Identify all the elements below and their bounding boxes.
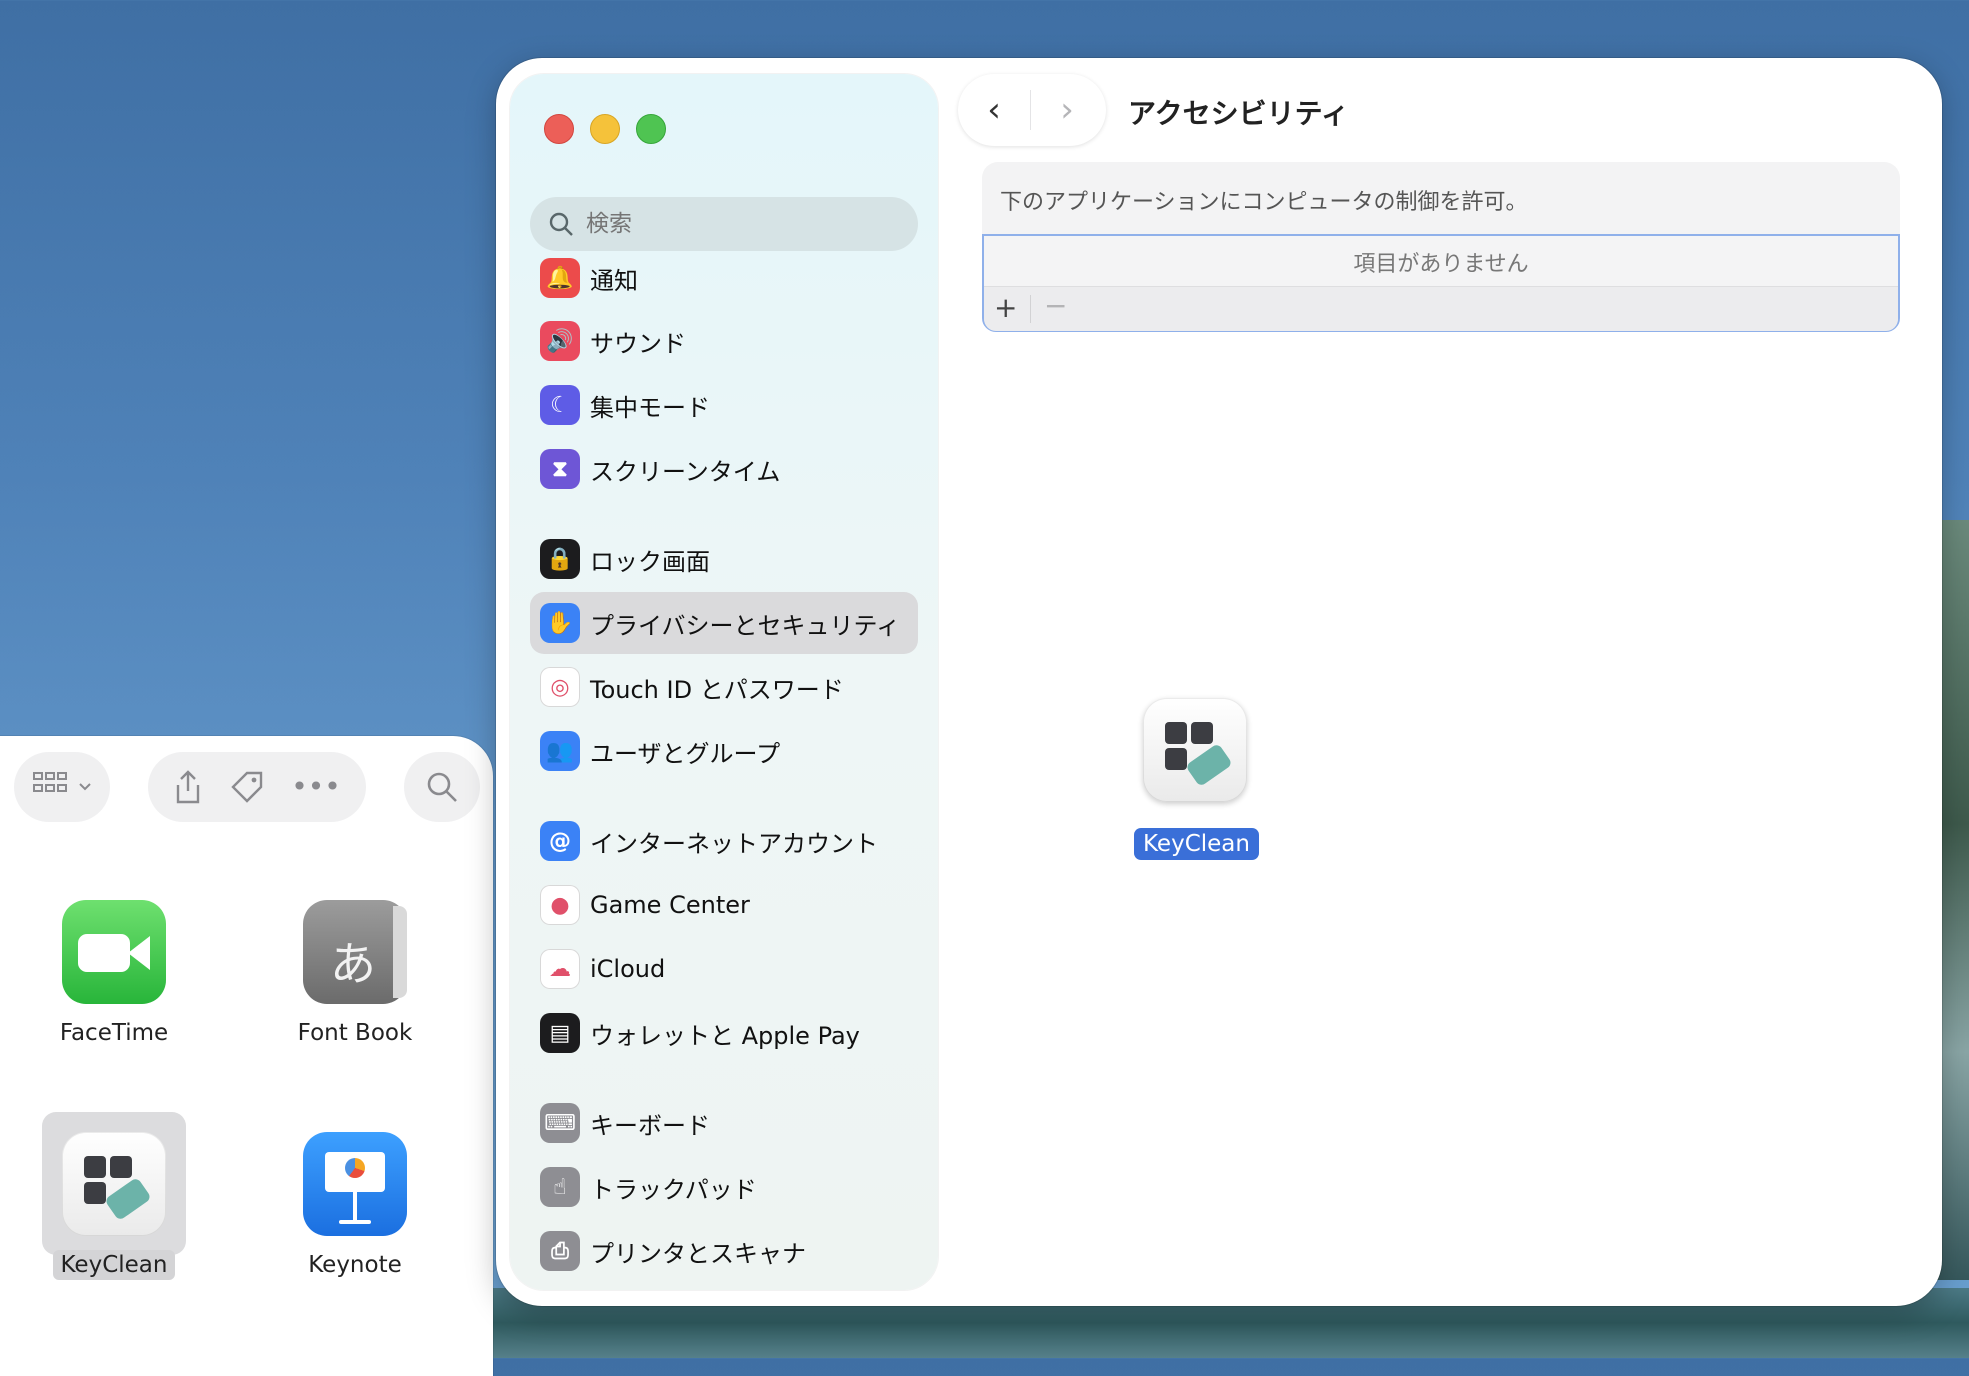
- sidebar-item[interactable]: @ インターネットアカウント: [530, 810, 918, 872]
- sidebar-item-label: 通知: [590, 266, 638, 295]
- app-label: FaceTime: [59, 1020, 169, 1046]
- sidebar: 🔔 通知 🔊 サウンド ☾ 集中モード ⧗ スクリーンタイム 🔒 ロック画面 ✋ プライバシーとセキュ…: [510, 74, 938, 1290]
- sidebar-item[interactable]: ⧗ スクリーンタイム: [530, 438, 918, 500]
- search-icon: [427, 772, 457, 802]
- at-icon: @: [540, 821, 580, 861]
- hourglass-icon: ⧗: [540, 449, 580, 489]
- users-icon: 👥: [540, 731, 580, 771]
- permission-description: 下のアプリケーションにコンピュータの制御を許可。: [1000, 190, 1528, 215]
- sidebar-item-label: iCloud: [590, 955, 666, 983]
- finder-app-facetime[interactable]: FaceTime: [24, 900, 204, 1048]
- sidebar-item[interactable]: 🔔 通知: [530, 247, 918, 309]
- sidebar-item[interactable]: ☁ iCloud: [530, 938, 918, 1000]
- sidebar-item-label: トラックパッド: [590, 1175, 757, 1204]
- view-mode-button[interactable]: [14, 752, 110, 822]
- wallet-icon: ▤: [540, 1013, 580, 1053]
- sidebar-item[interactable]: ⌨ キーボード: [530, 1092, 918, 1154]
- game-center-icon: ●: [540, 885, 580, 925]
- search-icon: [549, 212, 573, 236]
- navigation-buttons: ‹ ›: [958, 74, 1106, 146]
- sidebar-item[interactable]: ☝ トラックパッド: [530, 1156, 918, 1218]
- app-label: Keynote: [308, 1252, 402, 1278]
- sidebar-item-label: Touch ID とパスワード: [590, 675, 844, 704]
- finder-action-group: •••: [148, 752, 366, 822]
- chevron-down-icon: [79, 783, 91, 791]
- list-controls-divider: [1030, 295, 1031, 323]
- list-controls: + −: [984, 286, 1898, 331]
- tag-icon[interactable]: [229, 769, 265, 805]
- dragged-app-label: KeyClean: [1134, 828, 1259, 860]
- printer-icon: ⎙: [540, 1231, 580, 1271]
- bell-icon: 🔔: [540, 258, 580, 298]
- sidebar-item[interactable]: 👥 ユーザとグループ: [530, 720, 918, 782]
- fingerprint-icon: ◎: [540, 667, 580, 707]
- keynote-icon: [303, 1132, 407, 1236]
- keyboard-icon: ⌨: [540, 1103, 580, 1143]
- more-icon[interactable]: •••: [291, 773, 341, 801]
- sidebar-item-label: ロック画面: [590, 547, 710, 576]
- app-list[interactable]: 項目がありません + −: [982, 234, 1900, 332]
- sidebar-item-label: インターネットアカウント: [590, 829, 878, 858]
- moon-icon: ☾: [540, 385, 580, 425]
- sidebar-item-label: Game Center: [590, 891, 750, 919]
- sidebar-item[interactable]: 🔒 ロック画面: [530, 528, 918, 590]
- facetime-icon: [62, 900, 166, 1004]
- finder-app-font-book[interactable]: あ Font Book: [265, 900, 445, 1048]
- sidebar-item[interactable]: ▤ ウォレットと Apple Pay: [530, 1002, 918, 1064]
- share-icon[interactable]: [173, 769, 203, 805]
- trackpad-icon: ☝: [540, 1167, 580, 1207]
- remove-app-button[interactable]: −: [1044, 289, 1067, 322]
- empty-list-text: 項目がありません: [1353, 252, 1529, 277]
- search-input[interactable]: [584, 210, 888, 238]
- hand-icon: ✋: [540, 603, 580, 643]
- finder-window: •••: [0, 736, 493, 1376]
- speaker-icon: 🔊: [540, 321, 580, 361]
- sidebar-item[interactable]: 🔊 サウンド: [530, 310, 918, 372]
- forward-button[interactable]: ›: [1031, 90, 1103, 130]
- font-book-icon: あ: [303, 900, 407, 1004]
- page-title: アクセシビリティ: [1128, 97, 1349, 130]
- back-button[interactable]: ‹: [958, 90, 1030, 130]
- app-label: KeyClean: [52, 1250, 176, 1280]
- accessibility-permission-box: 下のアプリケーションにコンピュータの制御を許可。 項目がありません + −: [982, 162, 1900, 332]
- sidebar-item-label: ユーザとグループ: [590, 739, 781, 768]
- app-label: Font Book: [297, 1020, 413, 1046]
- sidebar-item-label: キーボード: [590, 1111, 710, 1140]
- sidebar-item[interactable]: ✋ プライバシーとセキュリティ: [530, 592, 918, 654]
- sidebar-item[interactable]: ● Game Center: [530, 874, 918, 936]
- finder-app-keynote[interactable]: Keynote: [265, 1132, 445, 1280]
- sidebar-item[interactable]: ☾ 集中モード: [530, 374, 918, 436]
- finder-app-keyclean[interactable]: KeyClean: [24, 1132, 204, 1280]
- sidebar-search: [530, 197, 918, 251]
- cloud-icon: ☁: [540, 949, 580, 989]
- zoom-button[interactable]: [636, 114, 666, 144]
- lock-icon: 🔒: [540, 539, 580, 579]
- sidebar-item-label: サウンド: [590, 329, 686, 358]
- close-button[interactable]: [544, 114, 574, 144]
- sidebar-item-label: スクリーンタイム: [590, 457, 781, 486]
- sidebar-item-label: プリンタとスキャナ: [590, 1239, 806, 1268]
- dragged-keyclean-icon[interactable]: [1143, 698, 1247, 802]
- sidebar-item-label: ウォレットと Apple Pay: [590, 1021, 860, 1050]
- sidebar-item-label: プライバシーとセキュリティ: [590, 611, 901, 640]
- finder-search-button[interactable]: [404, 752, 480, 822]
- keyclean-icon: [62, 1132, 166, 1236]
- sidebar-item[interactable]: ◎ Touch ID とパスワード: [530, 656, 918, 718]
- system-settings-window: 🔔 通知 🔊 サウンド ☾ 集中モード ⧗ スクリーンタイム 🔒 ロック画面 ✋ プライバシーとセキュ…: [496, 58, 1942, 1306]
- grid-view-icon: [33, 772, 67, 792]
- sidebar-item-label: 集中モード: [590, 393, 710, 422]
- sidebar-item[interactable]: ⎙ プリンタとスキャナ: [530, 1220, 918, 1282]
- minimize-button[interactable]: [590, 114, 620, 144]
- add-app-button[interactable]: +: [994, 291, 1017, 324]
